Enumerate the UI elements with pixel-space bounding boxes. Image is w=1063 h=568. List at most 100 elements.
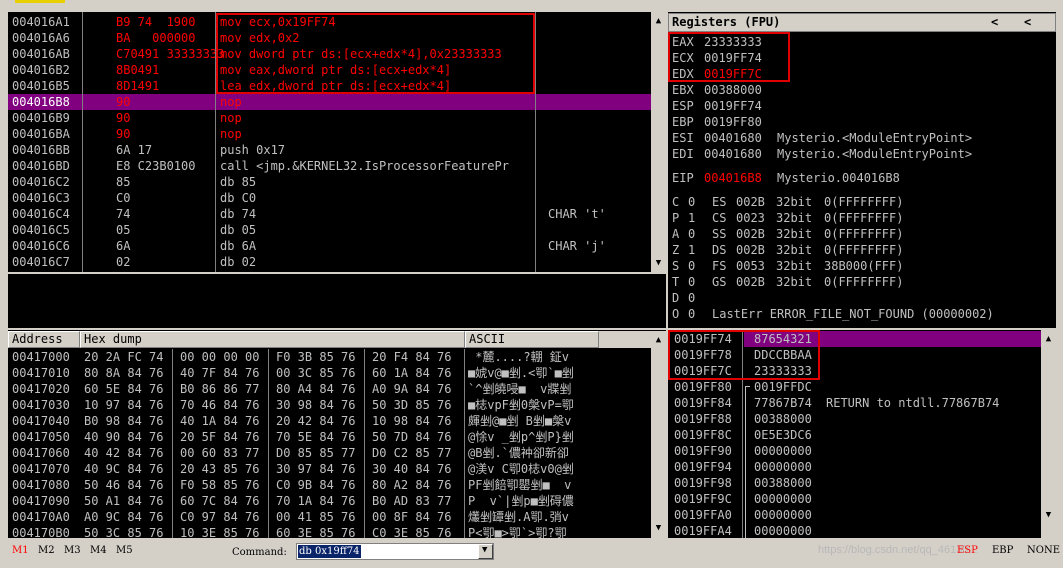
status-item-none[interactable]: NONE bbox=[1027, 545, 1060, 556]
stack-row[interactable]: 0019FF98 00388000 bbox=[668, 475, 1041, 491]
hex-chunk: 90 bbox=[116, 127, 131, 141]
segment-name: SS bbox=[712, 227, 727, 241]
dump-hex-group: 20 5F 84 76 bbox=[180, 430, 260, 444]
dump-header-ascii[interactable]: ASCII bbox=[465, 331, 599, 348]
stack-address: 0019FF90 bbox=[674, 444, 732, 458]
register-value: 004016B8 bbox=[704, 171, 762, 185]
dump-address: 00417030 bbox=[12, 398, 70, 412]
scroll-down-icon[interactable]: ▼ bbox=[1041, 508, 1056, 522]
dump-row[interactable]: 00417080 50 46 84 76 F0 58 85 76 C0 9B 84 7… bbox=[8, 477, 651, 493]
dump-row[interactable]: 004170B0 50 3C 85 76 10 3E 85 76 60 3E 85 7… bbox=[8, 525, 651, 538]
disasm-row[interactable]: 004016B9 90 nop bbox=[8, 110, 651, 126]
flag-value: 0 bbox=[688, 227, 696, 241]
memory-tab-m4[interactable]: M4 bbox=[90, 545, 107, 556]
scroll-up-icon[interactable]: ▲ bbox=[651, 14, 666, 28]
disasm-row[interactable]: 004016BA 90 nop bbox=[8, 126, 651, 142]
stack-row[interactable]: 0019FF94 00000000 bbox=[668, 459, 1041, 475]
dump-row[interactable]: 00417040 B0 98 84 76 40 1A 84 76 20 42 84 7… bbox=[8, 413, 651, 429]
disassembly-pane[interactable]: 004016A1 B9 74FF1900 mov ecx,0x19FF74 00401… bbox=[8, 12, 666, 272]
disasm-row[interactable]: 004016C4 74 db 74 CHAR 't' bbox=[8, 206, 651, 222]
dump-row[interactable]: 00417090 50 A1 84 76 60 7C 84 76 70 1A 84 7… bbox=[8, 493, 651, 509]
stack-pane[interactable]: 0019FF74 87654321 0019FF78 DDCCBBAA 0019FF7C… bbox=[668, 330, 1056, 538]
dump-scrollbar[interactable]: ▲ ▼ bbox=[651, 331, 666, 538]
dump-row[interactable]: 00417050 40 90 84 76 20 5F 84 76 70 5E 84 7… bbox=[8, 429, 651, 445]
registers-nav-right-icon[interactable]: < bbox=[1024, 15, 1031, 29]
stack-address: 0019FF84 bbox=[674, 396, 732, 410]
disasm-scrollbar[interactable]: ▲ ▼ bbox=[651, 12, 666, 272]
stack-row[interactable]: 0019FF88 00388000 bbox=[668, 411, 1041, 427]
dump-pane[interactable]: Address Hex dump ASCII 00417000 20 2A FC … bbox=[8, 330, 666, 538]
disasm-row[interactable]: 004016BB 6A 17 push 0x17 bbox=[8, 142, 651, 158]
dump-row[interactable]: 00417070 40 9C 84 76 20 43 85 76 30 97 84 7… bbox=[8, 461, 651, 477]
scroll-down-icon[interactable]: ▼ bbox=[651, 521, 666, 535]
disasm-row[interactable]: 004016C7 02 db 02 bbox=[8, 254, 651, 270]
stack-scrollbar[interactable]: ▲ ▼ bbox=[1041, 330, 1056, 538]
dump-row[interactable]: 004170A0 A0 9C 84 76 C0 97 84 76 00 41 85 7… bbox=[8, 509, 651, 525]
segment-base: 0(FFFFFFFF) bbox=[824, 211, 904, 225]
memory-tab-m5[interactable]: M5 bbox=[116, 545, 133, 556]
memory-tab-m1[interactable]: M1 bbox=[12, 545, 29, 556]
registers-highlight-box bbox=[668, 32, 790, 82]
scroll-down-icon[interactable]: ▼ bbox=[651, 256, 666, 270]
disasm-address: 004016C3 bbox=[12, 191, 70, 205]
stack-row[interactable]: 0019FF80 0019FFDC bbox=[668, 379, 1041, 395]
lasterr-text: LastErr ERROR_FILE_NOT_FOUND (00000002) bbox=[712, 307, 994, 321]
status-item-ebp[interactable]: EBP bbox=[992, 545, 1013, 556]
status-item-esp[interactable]: ESP bbox=[957, 545, 978, 556]
register-name: EDI bbox=[672, 147, 694, 161]
disasm-row[interactable]: 004016C5 05 db 05 bbox=[8, 222, 651, 238]
dump-row[interactable]: 00417030 10 97 84 76 70 46 84 76 30 98 84 7… bbox=[8, 397, 651, 413]
register-name: ESP bbox=[672, 99, 694, 113]
disasm-address: 004016C4 bbox=[12, 207, 70, 221]
disasm-instruction: nop bbox=[220, 95, 242, 109]
registers-title: Registers (FPU) bbox=[672, 15, 781, 29]
stack-row[interactable]: 0019FF9C 00000000 bbox=[668, 491, 1041, 507]
hex-chunk: 6A bbox=[116, 239, 131, 253]
scroll-up-icon[interactable]: ▲ bbox=[1041, 332, 1056, 346]
disasm-row[interactable]: 004016B8 90 nop bbox=[8, 94, 651, 110]
stack-address: 0019FFA0 bbox=[674, 508, 732, 522]
stack-row[interactable]: 0019FFA0 00000000 bbox=[668, 507, 1041, 523]
flag-name: T bbox=[672, 275, 680, 289]
dump-hex-group: 60 3E 85 76 bbox=[276, 526, 356, 538]
dump-header-address[interactable]: Address bbox=[8, 331, 80, 348]
disasm-row[interactable]: 004016C6 6A db 6A CHAR 'j' bbox=[8, 238, 651, 254]
dump-row[interactable]: 00417020 60 5E 84 76 B0 86 86 77 80 A4 84 7… bbox=[8, 381, 651, 397]
memory-tab-m2[interactable]: M2 bbox=[38, 545, 55, 556]
dump-col-sep bbox=[172, 349, 173, 538]
stack-row[interactable]: 0019FF84 77867B74 RETURN to ntdll.77867B74 bbox=[668, 395, 1041, 411]
dump-ascii: ■婋v@■剉.<卾`■剉 bbox=[468, 366, 574, 380]
command-input[interactable]: db 0x19ff74 ▼ bbox=[296, 543, 494, 560]
dump-hex-group: 40 1A 84 76 bbox=[180, 414, 260, 428]
stack-row[interactable]: 0019FF8C 0E5E3DC6 bbox=[668, 427, 1041, 443]
registers-pane[interactable]: Registers (FPU) < < EAX 23333333 ECX 0019FF… bbox=[668, 12, 1056, 328]
dump-row[interactable]: 00417010 80 8A 84 76 40 7F 84 76 00 3C 85 7… bbox=[8, 365, 651, 381]
disasm-row[interactable]: 004016C3 C0 db C0 bbox=[8, 190, 651, 206]
disasm-row[interactable]: 004016C2 85 db 85 bbox=[8, 174, 651, 190]
stack-row[interactable]: 0019FF90 00000000 bbox=[668, 443, 1041, 459]
memory-tab-m3[interactable]: M3 bbox=[64, 545, 81, 556]
dump-hex-group: B0 98 84 76 bbox=[84, 414, 164, 428]
dump-hex-group: 10 97 84 76 bbox=[84, 398, 164, 412]
stack-address: 0019FFA4 bbox=[674, 524, 732, 538]
dump-row[interactable]: 00417060 40 42 84 76 00 60 83 77 D0 85 85 7… bbox=[8, 445, 651, 461]
registers-nav-left-icon[interactable]: < bbox=[991, 15, 998, 29]
dump-row[interactable]: 00417000 20 2A FC 74 00 00 00 00 F0 3B 85 7… bbox=[8, 349, 651, 365]
dump-address: 004170B0 bbox=[12, 526, 70, 538]
dump-ascii: ■梽vpF剉0槃vP=卾 bbox=[468, 398, 574, 412]
disasm-row[interactable]: 004016BD E8 C23B0100 call <jmp.&KERNEL32.I… bbox=[8, 158, 651, 174]
scroll-up-icon[interactable]: ▲ bbox=[651, 333, 666, 347]
command-dropdown-button[interactable]: ▼ bbox=[478, 544, 493, 559]
dump-hex-group: B0 86 86 77 bbox=[180, 382, 260, 396]
stack-value: 00000000 bbox=[754, 460, 812, 474]
dump-hex-group: 20 2A FC 74 bbox=[84, 350, 164, 364]
segment-name: DS bbox=[712, 243, 727, 257]
stack-row[interactable]: 0019FFA4 00000000 bbox=[668, 523, 1041, 538]
dump-header-hex[interactable]: Hex dump bbox=[80, 331, 465, 348]
disasm-hex: 02 bbox=[116, 254, 130, 270]
dump-hex-group: 30 97 84 76 bbox=[276, 462, 356, 476]
disasm-hex: E8 C23B0100 bbox=[116, 158, 195, 174]
register-value: 00401680 bbox=[704, 147, 762, 161]
dump-hex-group: 10 98 84 76 bbox=[372, 414, 452, 428]
dump-hex-group: 10 3E 85 76 bbox=[180, 526, 260, 538]
